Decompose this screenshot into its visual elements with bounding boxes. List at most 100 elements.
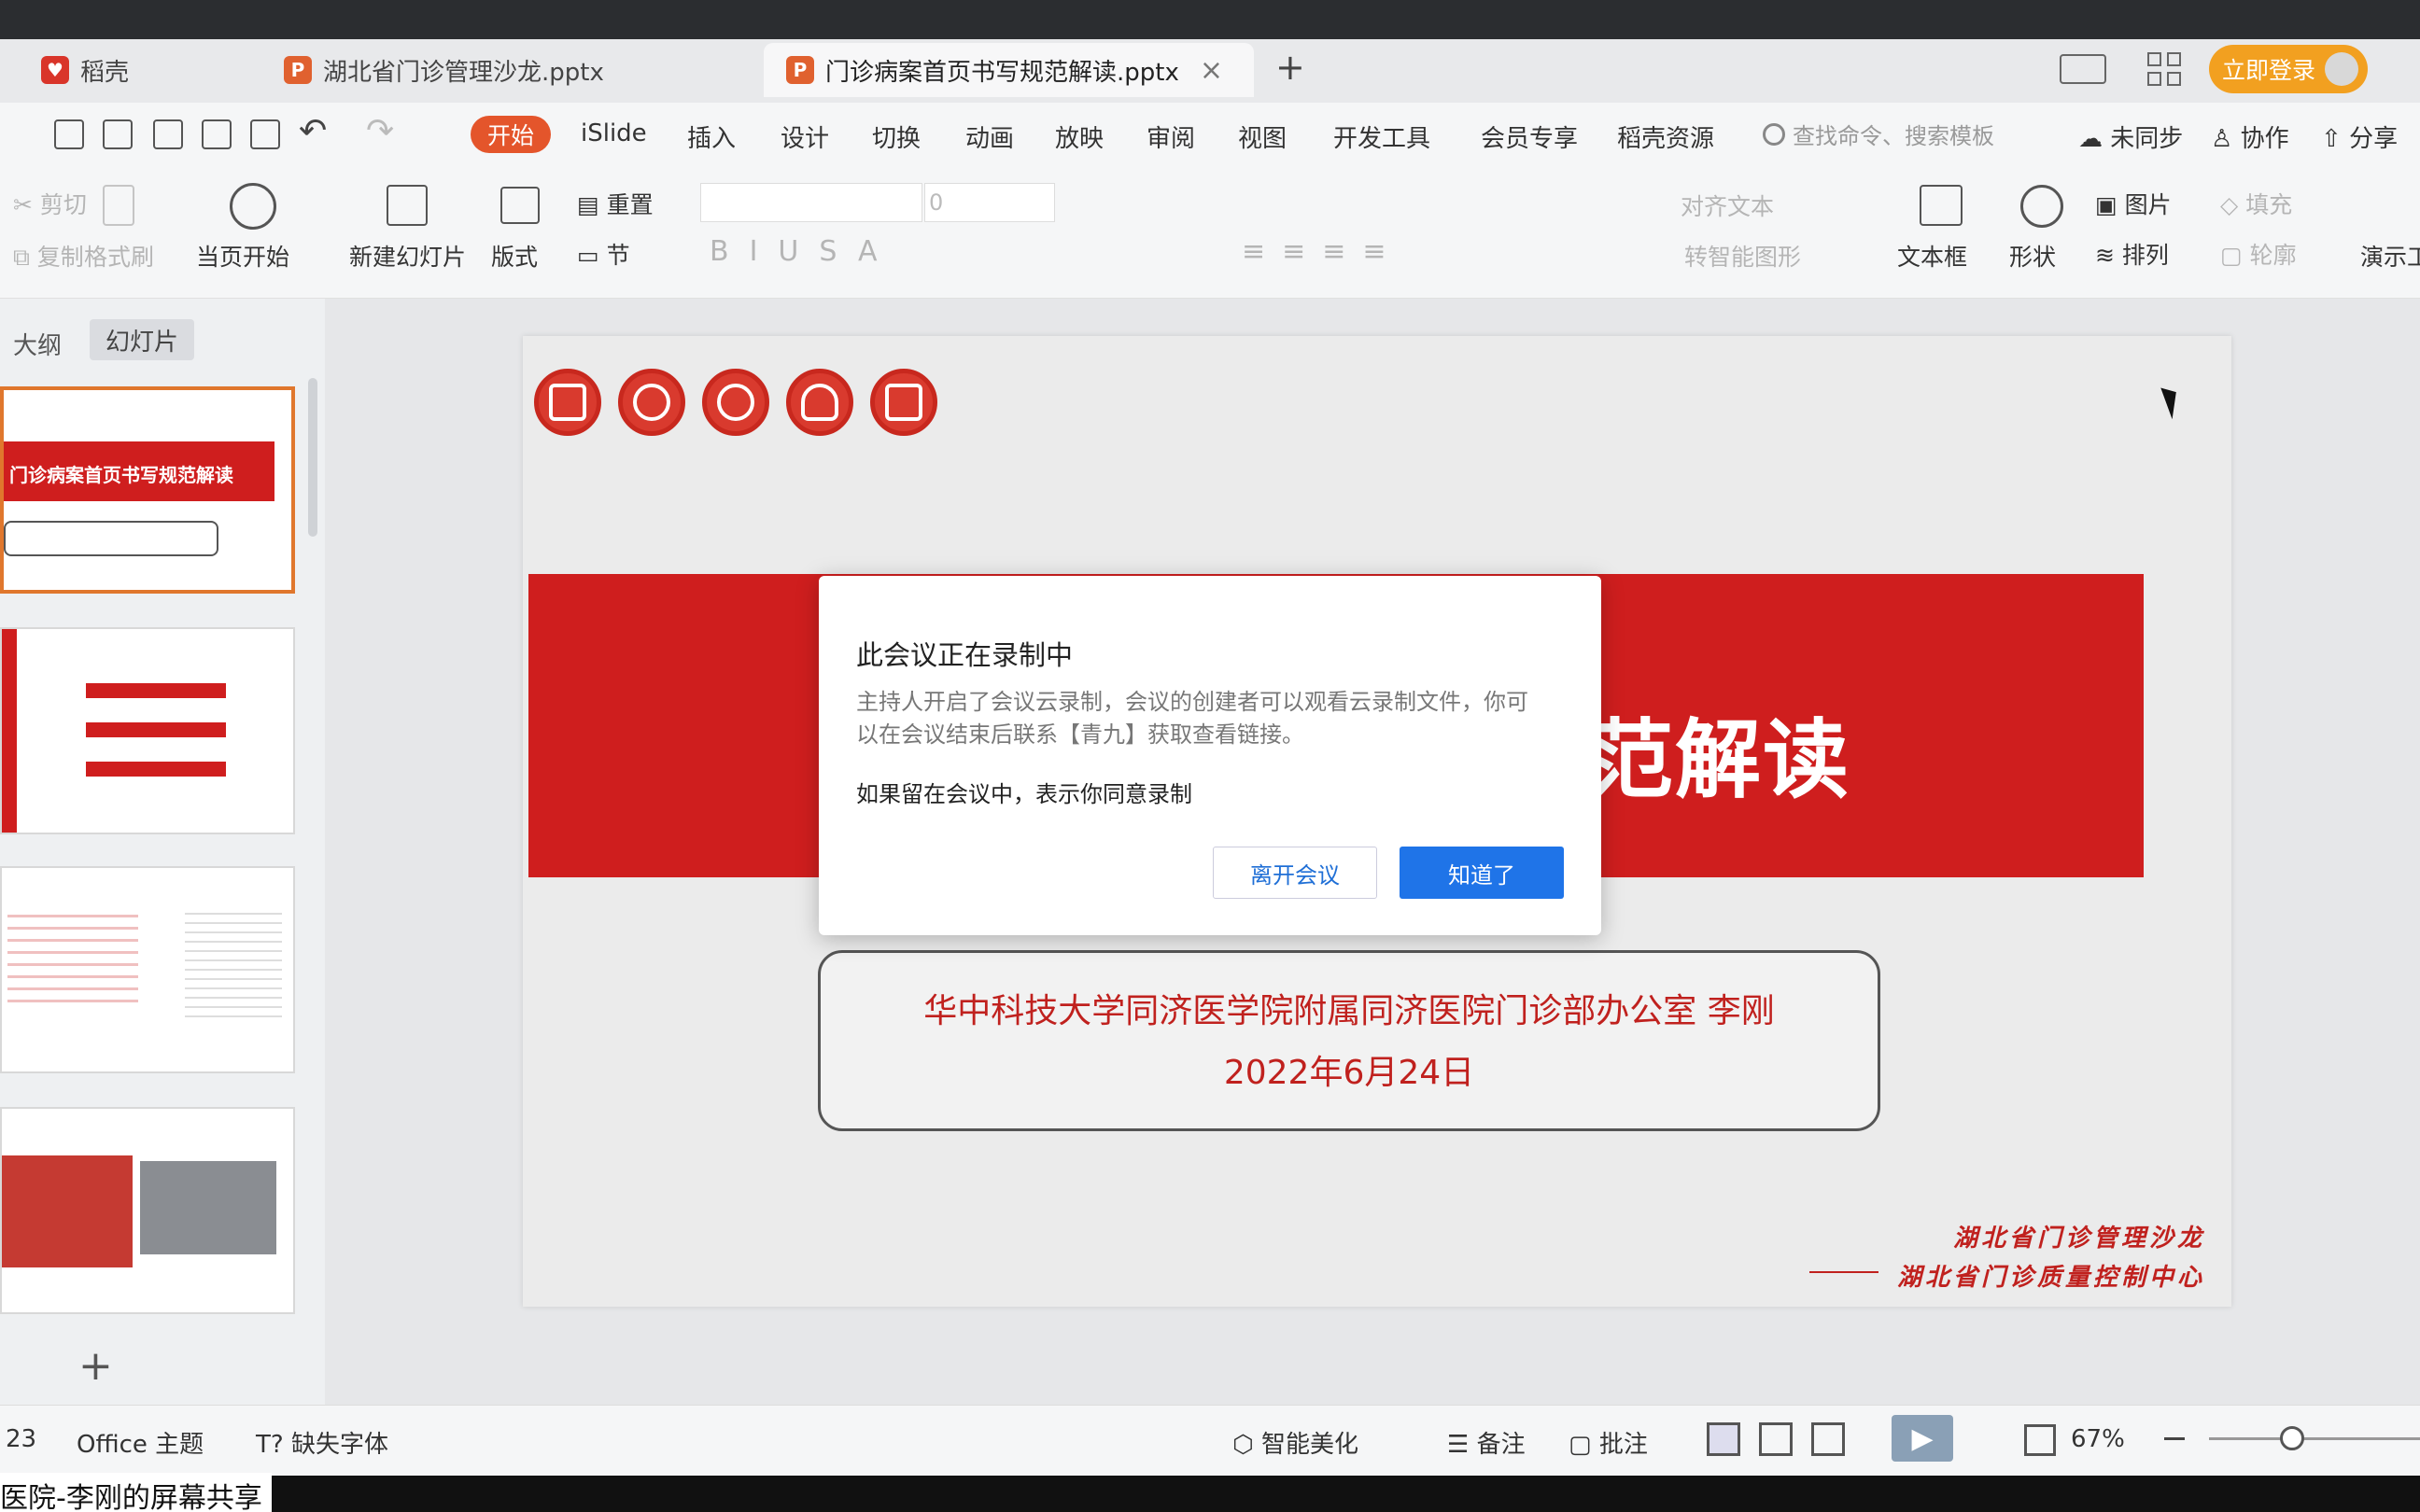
sorter-view-icon[interactable] [1759,1422,1793,1456]
new-tab-plus-icon[interactable]: + [1275,47,1305,88]
add-slide-plus-icon[interactable]: + [78,1342,113,1390]
reset-label: 重置 [606,191,654,218]
redo-icon[interactable]: ↷ [366,112,394,150]
menu-animation[interactable]: 动画 [965,119,1014,154]
award-medal-icon [618,369,685,436]
tab-active-pptx[interactable]: P 门诊病案首页书写规范解读.pptx × [764,43,1254,97]
font-name-select[interactable] [700,183,922,222]
tab-salon-pptx[interactable]: P 湖北省门诊管理沙龙.pptx [261,43,747,97]
font-style-buttons[interactable]: BIUSA [710,235,898,268]
share-label: 分享 [2349,125,2399,153]
missing-font-label: 缺失字体 [290,1431,388,1459]
undo-icon[interactable]: ↶ [299,112,327,150]
menu-developer[interactable]: 开发工具 [1333,119,1430,154]
collab-button[interactable]: ♙ 协作 [2211,119,2289,154]
window-layout-icon[interactable] [2060,54,2106,84]
smart-beautify-button[interactable]: ⬡ 智能美化 [1232,1425,1358,1460]
menu-transition[interactable]: 切换 [872,119,921,154]
theme-name[interactable]: Office 主题 [77,1425,204,1460]
format-painter-button[interactable]: 格式刷 [84,239,154,273]
font-size-select[interactable]: 0 [924,183,1055,222]
menu-slideshow[interactable]: 放映 [1055,119,1104,154]
smartart-button[interactable]: 转智能图形 [1684,239,1801,273]
signature-salon: 湖北省门诊管理沙龙 [1953,1225,2206,1253]
share-button[interactable]: ⇧ 分享 [2321,119,2398,154]
acknowledge-button[interactable]: 知道了 [1400,847,1564,899]
layout-icon [500,187,540,224]
preview-icon[interactable] [250,119,280,149]
ppt-file-icon: P [786,56,814,84]
menu-start-tab[interactable]: 开始 [471,116,551,153]
screen-share-bar [0,1476,2420,1512]
arrange-button[interactable]: ≋ 排列 [2095,237,2169,271]
slide-title: 范解读 [1587,710,1851,810]
comments-button[interactable]: ▢ 批注 [1569,1425,1648,1460]
top-dark-strip [0,0,2420,39]
presenter-info-box: 华中科技大学同济医学院附属同济医院门诊部办公室 李刚 2022年6月24日 [818,950,1880,1131]
cut-button[interactable]: ✂ 剪切 [13,187,87,220]
layout-button[interactable]: 版式 [491,239,538,273]
menu-view[interactable]: 视图 [1238,119,1287,154]
print-icon[interactable] [202,119,232,149]
arrange-label: 排列 [2121,242,2169,269]
textbox-button[interactable]: 文本框 [1897,239,1967,273]
zoom-level[interactable]: 67% [2071,1425,2125,1453]
presentation-date: 2022年6月24日 [1223,1054,1475,1092]
new-slide-button[interactable]: 新建幻灯片 [349,239,466,273]
leave-meeting-button[interactable]: 离开会议 [1213,847,1377,899]
sync-status[interactable]: ☁ 未同步 [2078,119,2183,154]
slides-tab[interactable]: 幻灯片 [90,319,194,360]
close-icon[interactable]: × [1200,54,1223,87]
picture-button[interactable]: ▣ 图片 [2095,187,2172,220]
magnifier-icon [702,369,769,436]
zoom-out-icon[interactable] [2164,1437,2185,1440]
beautify-label: 智能美化 [1260,1431,1358,1459]
menu-member[interactable]: 会员专享 [1481,119,1578,154]
menu-insert[interactable]: 插入 [687,119,736,154]
export-icon[interactable] [153,119,183,149]
outline-button[interactable]: ▢ 轮廓 [2220,237,2297,271]
thumbnail-scrollbar[interactable] [308,378,317,537]
slide-thumbnail-1[interactable]: 门诊病案首页书写规范解读 [0,386,295,594]
play-from-current-button[interactable]: 当页开始 [196,239,289,273]
menu-bar [0,103,2420,168]
outline-tab[interactable]: 大纲 [13,327,62,361]
menu-islide[interactable]: iSlide [581,119,647,147]
present-tool-button[interactable]: 演示工 [2360,239,2420,273]
align-text-button[interactable]: 对齐文本 [1681,189,1774,222]
zoom-slider[interactable] [2209,1437,2420,1440]
zoom-slider-thumb[interactable] [2280,1426,2304,1450]
reset-button[interactable]: ▤ 重置 [577,187,654,220]
play-slideshow-icon[interactable]: ▶ [1892,1415,1953,1462]
reading-view-icon[interactable] [1811,1422,1845,1456]
section-button[interactable]: ▭ 节 [577,237,630,271]
notes-button[interactable]: ☰ 备注 [1447,1425,1526,1460]
slide-thumbnail-2[interactable] [0,627,295,834]
thumb-title: 门诊病案首页书写规范解读 [4,441,274,501]
app-grid-icon[interactable] [2147,52,2181,86]
copy-label: 复制 [36,244,84,271]
login-button[interactable]: 立即登录 [2209,45,2368,93]
slide-thumbnail-4[interactable] [0,1107,295,1314]
paragraph-align-buttons[interactable]: ≡≡≡≡ [1242,235,1403,268]
fill-button[interactable]: ◇ 填充 [2220,187,2292,220]
tab-daoke[interactable]: ♥ 稻壳 [19,43,261,97]
presenter-affiliation: 华中科技大学同济医学院附属同济医院门诊部办公室 李刚 [923,992,1775,1030]
fit-window-icon[interactable] [2024,1424,2056,1456]
tab-label: 稻壳 [80,58,130,87]
missing-font-button[interactable]: T? 缺失字体 [256,1425,388,1460]
menu-daoke-resources[interactable]: 稻壳资源 [1617,119,1714,154]
books-icon [534,369,601,436]
save-icon[interactable] [103,119,133,149]
shape-button[interactable]: 形状 [2009,239,2056,273]
signature-qc-center: 湖北省门诊质量控制中心 [1897,1264,2206,1292]
normal-view-icon[interactable] [1707,1422,1740,1456]
command-search[interactable]: 查找命令、搜索模板 [1763,118,1994,150]
menu-design[interactable]: 设计 [781,119,829,154]
open-file-icon[interactable] [54,119,84,149]
slide-thumbnail-3[interactable] [0,866,295,1073]
format-painter-icon [103,185,134,226]
section-label: 节 [606,242,630,269]
menu-review[interactable]: 审阅 [1147,119,1195,154]
copy-button[interactable]: ⧉ 复制 [13,239,84,273]
